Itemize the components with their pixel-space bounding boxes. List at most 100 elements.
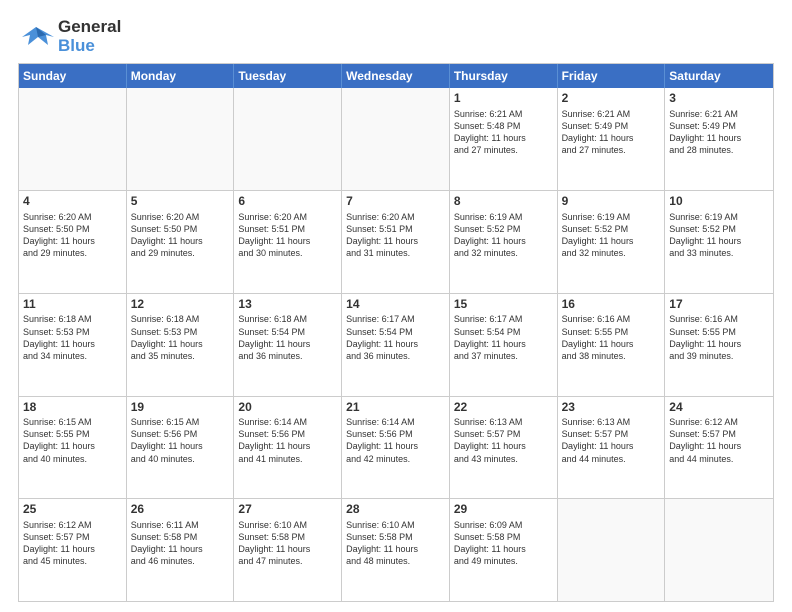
calendar-day-24: 24Sunrise: 6:12 AM Sunset: 5:57 PM Dayli… [665, 397, 773, 499]
calendar-day-12: 12Sunrise: 6:18 AM Sunset: 5:53 PM Dayli… [127, 294, 235, 396]
day-number: 16 [562, 297, 661, 313]
weekday-header-monday: Monday [127, 64, 235, 88]
day-info: Sunrise: 6:10 AM Sunset: 5:58 PM Dayligh… [238, 519, 337, 568]
logo: General Blue [18, 18, 121, 55]
day-number: 14 [346, 297, 445, 313]
calendar-day-10: 10Sunrise: 6:19 AM Sunset: 5:52 PM Dayli… [665, 191, 773, 293]
calendar: SundayMondayTuesdayWednesdayThursdayFrid… [18, 63, 774, 602]
day-number: 21 [346, 400, 445, 416]
day-info: Sunrise: 6:20 AM Sunset: 5:51 PM Dayligh… [346, 211, 445, 260]
calendar-day-4: 4Sunrise: 6:20 AM Sunset: 5:50 PM Daylig… [19, 191, 127, 293]
calendar-day-8: 8Sunrise: 6:19 AM Sunset: 5:52 PM Daylig… [450, 191, 558, 293]
calendar-week-5: 25Sunrise: 6:12 AM Sunset: 5:57 PM Dayli… [19, 498, 773, 601]
day-number: 28 [346, 502, 445, 518]
day-number: 13 [238, 297, 337, 313]
calendar-day-29: 29Sunrise: 6:09 AM Sunset: 5:58 PM Dayli… [450, 499, 558, 601]
day-info: Sunrise: 6:13 AM Sunset: 5:57 PM Dayligh… [562, 416, 661, 465]
day-number: 15 [454, 297, 553, 313]
day-number: 20 [238, 400, 337, 416]
day-info: Sunrise: 6:16 AM Sunset: 5:55 PM Dayligh… [562, 313, 661, 362]
calendar-day-7: 7Sunrise: 6:20 AM Sunset: 5:51 PM Daylig… [342, 191, 450, 293]
day-info: Sunrise: 6:19 AM Sunset: 5:52 PM Dayligh… [669, 211, 769, 260]
calendar-day-17: 17Sunrise: 6:16 AM Sunset: 5:55 PM Dayli… [665, 294, 773, 396]
day-number: 6 [238, 194, 337, 210]
calendar-day-empty-0-2 [234, 88, 342, 190]
calendar-day-empty-0-3 [342, 88, 450, 190]
logo-icon [18, 23, 54, 51]
day-info: Sunrise: 6:19 AM Sunset: 5:52 PM Dayligh… [454, 211, 553, 260]
day-info: Sunrise: 6:18 AM Sunset: 5:54 PM Dayligh… [238, 313, 337, 362]
calendar-day-14: 14Sunrise: 6:17 AM Sunset: 5:54 PM Dayli… [342, 294, 450, 396]
calendar-day-26: 26Sunrise: 6:11 AM Sunset: 5:58 PM Dayli… [127, 499, 235, 601]
day-info: Sunrise: 6:09 AM Sunset: 5:58 PM Dayligh… [454, 519, 553, 568]
weekday-header-saturday: Saturday [665, 64, 773, 88]
day-info: Sunrise: 6:12 AM Sunset: 5:57 PM Dayligh… [23, 519, 122, 568]
day-info: Sunrise: 6:20 AM Sunset: 5:50 PM Dayligh… [131, 211, 230, 260]
day-info: Sunrise: 6:21 AM Sunset: 5:49 PM Dayligh… [669, 108, 769, 157]
day-info: Sunrise: 6:21 AM Sunset: 5:48 PM Dayligh… [454, 108, 553, 157]
day-info: Sunrise: 6:15 AM Sunset: 5:55 PM Dayligh… [23, 416, 122, 465]
day-number: 12 [131, 297, 230, 313]
calendar-day-empty-0-1 [127, 88, 235, 190]
calendar-day-28: 28Sunrise: 6:10 AM Sunset: 5:58 PM Dayli… [342, 499, 450, 601]
logo-general: General [58, 18, 121, 37]
calendar-day-6: 6Sunrise: 6:20 AM Sunset: 5:51 PM Daylig… [234, 191, 342, 293]
calendar-day-5: 5Sunrise: 6:20 AM Sunset: 5:50 PM Daylig… [127, 191, 235, 293]
day-number: 24 [669, 400, 769, 416]
day-number: 17 [669, 297, 769, 313]
day-info: Sunrise: 6:12 AM Sunset: 5:57 PM Dayligh… [669, 416, 769, 465]
weekday-header-tuesday: Tuesday [234, 64, 342, 88]
day-info: Sunrise: 6:17 AM Sunset: 5:54 PM Dayligh… [454, 313, 553, 362]
calendar-week-3: 11Sunrise: 6:18 AM Sunset: 5:53 PM Dayli… [19, 293, 773, 396]
calendar-day-16: 16Sunrise: 6:16 AM Sunset: 5:55 PM Dayli… [558, 294, 666, 396]
day-number: 29 [454, 502, 553, 518]
day-number: 11 [23, 297, 122, 313]
calendar-day-1: 1Sunrise: 6:21 AM Sunset: 5:48 PM Daylig… [450, 88, 558, 190]
calendar-day-15: 15Sunrise: 6:17 AM Sunset: 5:54 PM Dayli… [450, 294, 558, 396]
day-number: 19 [131, 400, 230, 416]
day-info: Sunrise: 6:16 AM Sunset: 5:55 PM Dayligh… [669, 313, 769, 362]
calendar-day-13: 13Sunrise: 6:18 AM Sunset: 5:54 PM Dayli… [234, 294, 342, 396]
calendar-day-3: 3Sunrise: 6:21 AM Sunset: 5:49 PM Daylig… [665, 88, 773, 190]
day-info: Sunrise: 6:11 AM Sunset: 5:58 PM Dayligh… [131, 519, 230, 568]
day-info: Sunrise: 6:18 AM Sunset: 5:53 PM Dayligh… [131, 313, 230, 362]
header: General Blue [18, 18, 774, 55]
calendar-day-22: 22Sunrise: 6:13 AM Sunset: 5:57 PM Dayli… [450, 397, 558, 499]
day-number: 27 [238, 502, 337, 518]
day-number: 1 [454, 91, 553, 107]
day-number: 18 [23, 400, 122, 416]
day-info: Sunrise: 6:14 AM Sunset: 5:56 PM Dayligh… [238, 416, 337, 465]
calendar-day-9: 9Sunrise: 6:19 AM Sunset: 5:52 PM Daylig… [558, 191, 666, 293]
calendar-week-4: 18Sunrise: 6:15 AM Sunset: 5:55 PM Dayli… [19, 396, 773, 499]
day-info: Sunrise: 6:17 AM Sunset: 5:54 PM Dayligh… [346, 313, 445, 362]
day-number: 7 [346, 194, 445, 210]
day-info: Sunrise: 6:20 AM Sunset: 5:51 PM Dayligh… [238, 211, 337, 260]
day-number: 10 [669, 194, 769, 210]
day-info: Sunrise: 6:18 AM Sunset: 5:53 PM Dayligh… [23, 313, 122, 362]
calendar-day-empty-0-0 [19, 88, 127, 190]
day-info: Sunrise: 6:14 AM Sunset: 5:56 PM Dayligh… [346, 416, 445, 465]
day-info: Sunrise: 6:21 AM Sunset: 5:49 PM Dayligh… [562, 108, 661, 157]
calendar-day-21: 21Sunrise: 6:14 AM Sunset: 5:56 PM Dayli… [342, 397, 450, 499]
calendar-week-1: 1Sunrise: 6:21 AM Sunset: 5:48 PM Daylig… [19, 88, 773, 190]
day-number: 9 [562, 194, 661, 210]
day-number: 22 [454, 400, 553, 416]
calendar-day-18: 18Sunrise: 6:15 AM Sunset: 5:55 PM Dayli… [19, 397, 127, 499]
weekday-header-sunday: Sunday [19, 64, 127, 88]
calendar-day-20: 20Sunrise: 6:14 AM Sunset: 5:56 PM Dayli… [234, 397, 342, 499]
calendar-day-11: 11Sunrise: 6:18 AM Sunset: 5:53 PM Dayli… [19, 294, 127, 396]
calendar-day-27: 27Sunrise: 6:10 AM Sunset: 5:58 PM Dayli… [234, 499, 342, 601]
weekday-header-thursday: Thursday [450, 64, 558, 88]
day-number: 2 [562, 91, 661, 107]
weekday-header-wednesday: Wednesday [342, 64, 450, 88]
day-number: 25 [23, 502, 122, 518]
calendar-day-25: 25Sunrise: 6:12 AM Sunset: 5:57 PM Dayli… [19, 499, 127, 601]
day-info: Sunrise: 6:10 AM Sunset: 5:58 PM Dayligh… [346, 519, 445, 568]
day-number: 4 [23, 194, 122, 210]
logo-blue: Blue [58, 37, 121, 56]
calendar-week-2: 4Sunrise: 6:20 AM Sunset: 5:50 PM Daylig… [19, 190, 773, 293]
day-number: 8 [454, 194, 553, 210]
day-number: 23 [562, 400, 661, 416]
day-info: Sunrise: 6:20 AM Sunset: 5:50 PM Dayligh… [23, 211, 122, 260]
calendar-day-empty-4-6 [665, 499, 773, 601]
